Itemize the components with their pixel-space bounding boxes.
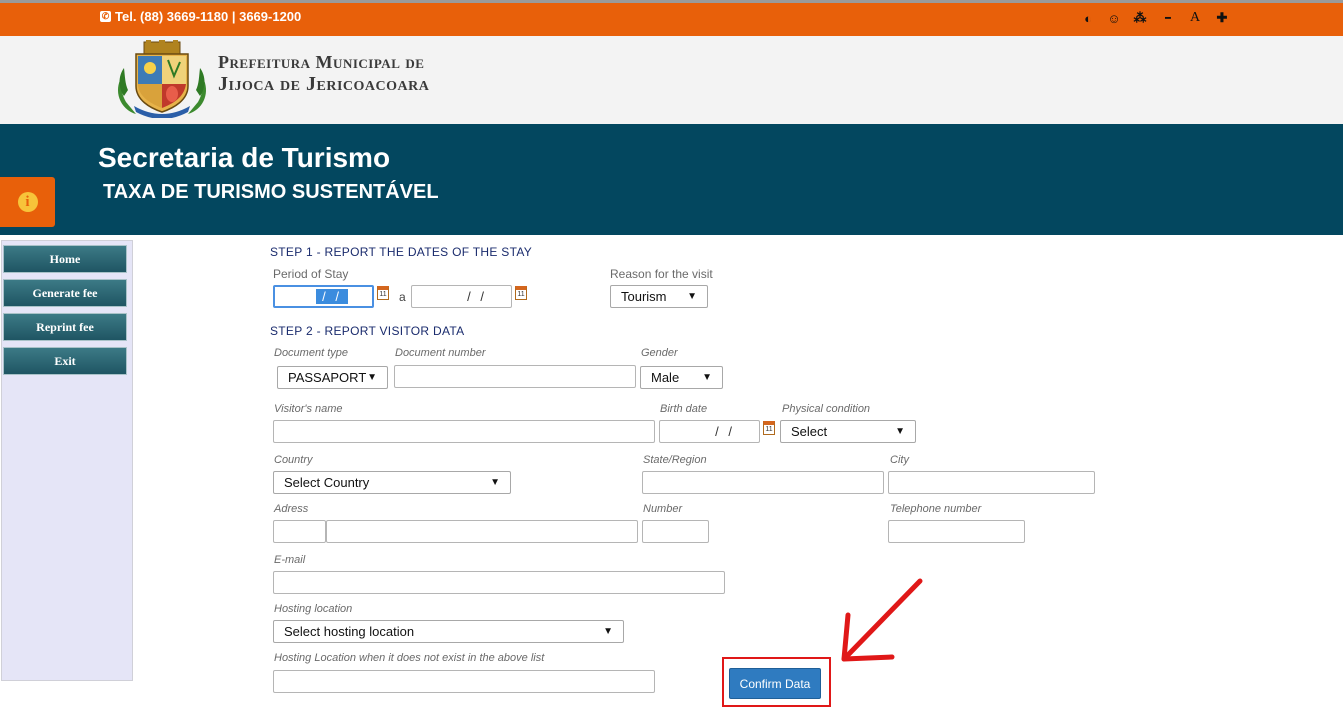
gender-select[interactable]: Male ▼: [640, 366, 723, 389]
email-label: E-mail: [274, 554, 306, 566]
decrease-font-icon[interactable]: ━: [1159, 9, 1177, 27]
hosting-other-input[interactable]: [273, 670, 655, 693]
date-from-value: / /: [316, 289, 348, 304]
document-type-select[interactable]: PASSAPORT ▼: [277, 366, 388, 389]
step2-heading: STEP 2 - REPORT VISITOR DATA: [270, 324, 465, 338]
physical-condition-select[interactable]: Select ▼: [780, 420, 916, 443]
document-type-value: PASSAPORT: [288, 370, 367, 385]
reason-value: Tourism: [621, 289, 667, 304]
country-select[interactable]: Select Country ▼: [273, 471, 511, 494]
date-to-value: / /: [467, 289, 487, 304]
gender-label: Gender: [641, 347, 678, 359]
sidebar-item-reprint-fee[interactable]: Reprint fee: [3, 313, 127, 341]
calendar-icon[interactable]: 11: [763, 421, 775, 435]
state-region-input[interactable]: [642, 471, 884, 494]
date-separator: a: [399, 290, 406, 304]
brand-name: Prefeitura Municipal de Jijoca de Jerico…: [218, 51, 429, 95]
chevron-down-icon: ▼: [603, 626, 613, 637]
contrast-icon[interactable]: ◐: [1079, 9, 1097, 27]
birth-date-input[interactable]: / /: [659, 420, 760, 443]
physical-condition-label: Physical condition: [782, 403, 871, 415]
date-to-input[interactable]: / /: [411, 285, 512, 308]
number-label: Number: [643, 503, 683, 515]
visitor-name-input[interactable]: [273, 420, 655, 443]
sidebar-item-exit[interactable]: Exit: [3, 347, 127, 375]
smiley-icon[interactable]: ☺: [1105, 9, 1123, 27]
hosting-location-select[interactable]: Select hosting location ▼: [273, 620, 624, 643]
calendar-icon[interactable]: 11: [515, 286, 527, 300]
number-input[interactable]: [642, 520, 709, 543]
info-button[interactable]: i: [0, 177, 55, 227]
date-from-input[interactable]: / /: [273, 285, 374, 308]
increase-font-icon[interactable]: ✚: [1213, 9, 1231, 27]
address-type-input[interactable]: [273, 520, 326, 543]
page-subtitle: TAXA DE TURISMO SUSTENTÁVEL: [103, 181, 439, 203]
coat-of-arms-logo[interactable]: [112, 40, 212, 118]
phone-icon: ✆: [100, 11, 111, 22]
document-number-input[interactable]: [394, 365, 636, 388]
state-region-label: State/Region: [643, 454, 707, 466]
period-of-stay-label: Period of Stay: [273, 267, 349, 281]
country-value: Select Country: [284, 475, 370, 490]
chevron-down-icon: ▼: [490, 477, 500, 488]
address-input[interactable]: [326, 520, 638, 543]
brand-line-1: Prefeitura Municipal de: [218, 52, 425, 72]
chevron-down-icon: ▼: [367, 372, 377, 383]
gender-value: Male: [651, 370, 680, 385]
document-number-label: Document number: [395, 347, 486, 359]
banner: [0, 124, 1343, 235]
email-input[interactable]: [273, 571, 725, 594]
visitor-name-label: Visitor's name: [274, 403, 343, 415]
sidebar-item-generate-fee[interactable]: Generate fee: [3, 279, 127, 307]
annotation-arrow-icon: [841, 578, 923, 662]
sidebar-item-home[interactable]: Home: [3, 245, 127, 273]
hosting-location-label: Hosting location: [274, 603, 353, 615]
brand-line-2: Jijoca de Jericoacoara: [218, 73, 430, 95]
step1-heading: STEP 1 - REPORT THE DATES OF THE STAY: [270, 245, 533, 259]
info-icon: i: [17, 192, 38, 212]
sitemap-icon[interactable]: ⁂: [1131, 9, 1149, 27]
city-input[interactable]: [888, 471, 1095, 494]
chevron-down-icon: ▼: [702, 372, 712, 383]
reason-select[interactable]: Tourism ▼: [610, 285, 708, 308]
document-type-label: Document type: [274, 347, 348, 359]
physical-condition-value: Select: [791, 424, 828, 439]
reason-label: Reason for the visit: [610, 267, 713, 281]
telephone-input[interactable]: [888, 520, 1025, 543]
hosting-other-label: Hosting Location when it does not exist …: [274, 652, 545, 664]
chevron-down-icon: ▼: [895, 426, 905, 437]
confirm-data-button[interactable]: Confirm Data: [729, 668, 821, 699]
calendar-icon[interactable]: 11: [377, 286, 389, 300]
address-label: Adress: [274, 503, 309, 515]
city-label: City: [890, 454, 909, 466]
country-label: Country: [274, 454, 313, 466]
phone-info: ✆ Tel. (88) 3669-1180 | 3669-1200: [100, 9, 301, 24]
font-icon[interactable]: A: [1186, 9, 1204, 27]
chevron-down-icon: ▼: [687, 291, 697, 302]
birth-date-value: / /: [715, 424, 735, 439]
hosting-location-value: Select hosting location: [284, 624, 415, 639]
page-title: Secretaria de Turismo: [98, 142, 391, 173]
telephone-label: Telephone number: [890, 503, 982, 515]
phone-text: Tel. (88) 3669-1180 | 3669-1200: [115, 9, 302, 24]
birth-date-label: Birth date: [660, 403, 708, 415]
